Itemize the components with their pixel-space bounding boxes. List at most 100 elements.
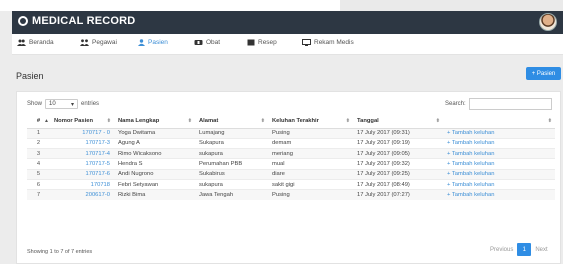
app-title: MEDICAL RECORD (32, 15, 136, 27)
table-row: 7 200617-0 Rizki Bima Jawa Tengah Pusing… (27, 189, 555, 201)
cell-no: 7 (27, 189, 50, 201)
table-row: 1 170717 - 0 Yoga Dwitama Lumajang Pusin… (27, 127, 555, 139)
cell-nama: Hendra S (114, 158, 195, 170)
cell-nama: Rimo Wicaksono (114, 148, 195, 159)
nav-label-pegawai: Pegawai (92, 39, 117, 46)
tambah-keluhan-link[interactable]: + Tambah keluhan (443, 158, 555, 170)
col-header-no[interactable]: # ▲ (27, 114, 50, 129)
patients-panel: Show 10 ▾ entries Search: # ▲ Nomor Pasie… (16, 91, 561, 264)
search-control: Search: (445, 98, 552, 110)
cell-tanggal: 17 July 2017 (09:05) (353, 148, 443, 159)
cell-tanggal: 17 July 2017 (09:19) (353, 137, 443, 149)
top-strip (0, 0, 563, 11)
cell-nomor-pasien[interactable]: 170717-4 (50, 148, 114, 159)
cell-alamat: sukapura (195, 148, 268, 159)
user-icon (138, 39, 145, 46)
nav-label-pasien: Pasien (148, 39, 168, 46)
col-header-keluhan-terakhir[interactable]: Keluhan Terakhir ⬍ (268, 114, 353, 129)
cell-nomor-pasien[interactable]: 200617-0 (50, 189, 114, 201)
page-1-button[interactable]: 1 (517, 243, 532, 256)
cell-nama: Agung A (114, 137, 195, 149)
cell-tanggal: 17 July 2017 (07:27) (353, 189, 443, 201)
top-strip-left (0, 0, 340, 11)
cell-alamat: sukapura (195, 178, 268, 190)
medicine-icon (194, 40, 203, 45)
cell-no: 3 (27, 148, 50, 159)
col-header-nomor-pasien[interactable]: Nomor Pasien ⬍ (50, 114, 114, 129)
search-label: Search: (445, 101, 466, 107)
cell-keluhan: diare (268, 168, 353, 180)
sort-icon: ⬍ (547, 118, 552, 124)
cell-tanggal: 17 July 2017 (09:31) (353, 127, 443, 139)
search-input[interactable] (468, 98, 552, 110)
nav-item-beranda[interactable]: Beranda (17, 39, 54, 46)
next-button[interactable]: Next (535, 247, 547, 253)
sort-icon: ⬍ (435, 118, 440, 124)
nav-label-rekam-medis: Rekam Medis (314, 39, 354, 46)
cell-keluhan: sakit gigi (268, 178, 353, 190)
prescription-icon (247, 39, 255, 46)
sort-icon: ⬍ (345, 118, 350, 124)
cell-nomor-pasien[interactable]: 170717-6 (50, 168, 114, 180)
tambah-keluhan-link[interactable]: + Tambah keluhan (443, 148, 555, 159)
entries-select[interactable]: 10 ▾ (45, 99, 79, 109)
previous-button[interactable]: Previous (490, 247, 513, 253)
cell-keluhan: mual (268, 158, 353, 170)
patients-table: # ▲ Nomor Pasien ⬍ Nama Lengkap ⬍ Alamat ⬍ K… (27, 114, 555, 201)
content-area: Pasien + Pasien Show 10 ▾ entries Search… (12, 55, 563, 264)
cell-nomor-pasien[interactable]: 170717-3 (50, 137, 114, 149)
table-row: 2 170717-3 Agung A Sukapura demam 17 Jul… (27, 137, 555, 149)
cell-nama: Rizki Bima (114, 189, 195, 201)
tambah-keluhan-link[interactable]: + Tambah keluhan (443, 137, 555, 149)
monitor-icon (302, 39, 311, 46)
cell-alamat: Lumajang (195, 127, 268, 139)
tambah-keluhan-link[interactable]: + Tambah keluhan (443, 168, 555, 180)
cell-alamat: Jawa Tengah (195, 189, 268, 201)
top-strip-right (340, 0, 563, 11)
cell-nama: Febri Setyawan (114, 178, 195, 190)
cell-no: 5 (27, 168, 50, 180)
group-icon (17, 39, 26, 46)
cell-keluhan: Pusing (268, 189, 353, 201)
caret-down-icon: ▾ (71, 101, 75, 108)
cell-keluhan: Pusing (268, 127, 353, 139)
staff-icon (80, 39, 89, 46)
tambah-keluhan-link[interactable]: + Tambah keluhan (443, 189, 555, 201)
cell-nomor-pasien[interactable]: 170717-5 (50, 158, 114, 170)
nav-item-pasien[interactable]: Pasien (138, 39, 168, 46)
table-header-row: # ▲ Nomor Pasien ⬍ Nama Lengkap ⬍ Alamat ⬍ K… (27, 114, 555, 129)
entries-label: entries (81, 101, 100, 107)
nav-item-rekam-medis[interactable]: Rekam Medis (302, 39, 354, 46)
cell-no: 6 (27, 178, 50, 190)
add-pasien-button[interactable]: + Pasien (526, 67, 561, 80)
col-header-aksi[interactable]: ⬍ (443, 114, 555, 129)
sort-asc-icon: ▲ (44, 118, 49, 124)
cell-nomor-pasien[interactable]: 170717 - 0 (50, 127, 114, 139)
table-row: 3 170717-4 Rimo Wicaksono sukapura meria… (27, 148, 555, 159)
entries-control: Show 10 ▾ entries (27, 99, 99, 109)
pagination: Previous 1 Next (490, 243, 548, 256)
tambah-keluhan-link[interactable]: + Tambah keluhan (443, 127, 555, 139)
cell-nama: Andi Nugrono (114, 168, 195, 180)
cell-nomor-pasien[interactable]: 170718 (50, 178, 114, 190)
cell-keluhan: demam (268, 137, 353, 149)
nav-item-pegawai[interactable]: Pegawai (80, 39, 117, 46)
nav-item-obat[interactable]: Obat (194, 39, 220, 46)
avatar[interactable] (539, 13, 557, 31)
cell-alamat: Perumahan PBB (195, 158, 268, 170)
col-header-nama-lengkap[interactable]: Nama Lengkap ⬍ (114, 114, 195, 129)
col-header-tanggal[interactable]: Tanggal ⬍ (353, 114, 443, 129)
cell-nama: Yoga Dwitama (114, 127, 195, 139)
nav-item-resep[interactable]: Resep (247, 39, 277, 46)
brand-bar: MEDICAL RECORD (12, 11, 563, 34)
brand[interactable]: MEDICAL RECORD (18, 15, 135, 27)
medical-logo-icon (18, 16, 28, 26)
tambah-keluhan-link[interactable]: + Tambah keluhan (443, 178, 555, 190)
cell-tanggal: 17 July 2017 (08:49) (353, 178, 443, 190)
table-row: 4 170717-5 Hendra S Perumahan PBB mual 1… (27, 158, 555, 170)
nav-label-resep: Resep (258, 39, 277, 46)
col-header-alamat[interactable]: Alamat ⬍ (195, 114, 268, 129)
cell-no: 1 (27, 127, 50, 139)
table-row: 5 170717-6 Andi Nugrono Sukabirus diare … (27, 168, 555, 180)
table-row: 6 170718 Febri Setyawan sukapura sakit g… (27, 178, 555, 190)
